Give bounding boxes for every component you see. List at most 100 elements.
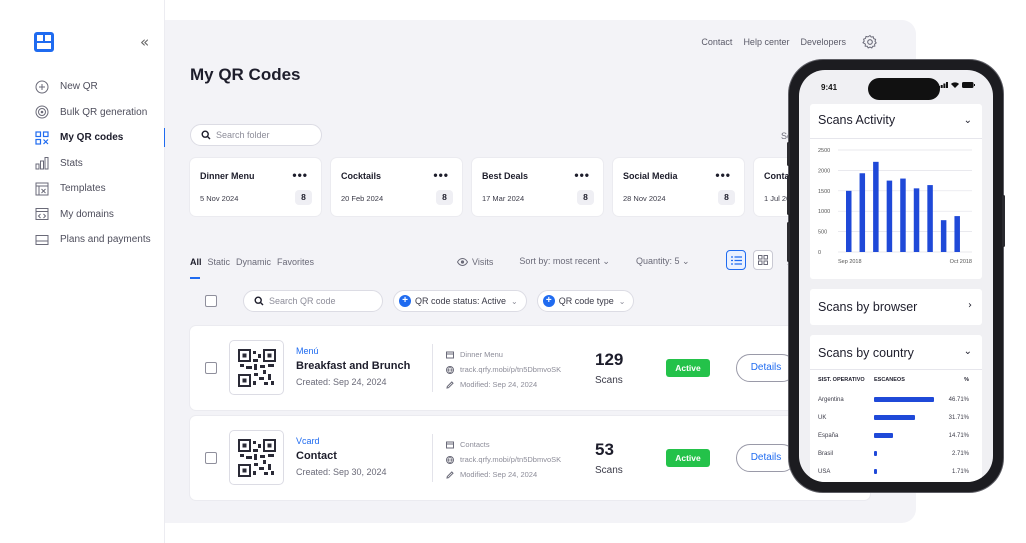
country-name: Argentina [818, 397, 844, 403]
scan-count-label: Scans [595, 465, 623, 476]
sidebar-item-my-qr-codes[interactable]: My QR codes [0, 125, 166, 151]
chart-bar[interactable] [913, 188, 920, 252]
more-options-icon[interactable]: ••• [292, 168, 308, 182]
y-tick-label: 500 [818, 230, 827, 236]
tab-all[interactable]: All [190, 257, 202, 279]
search-icon [201, 130, 211, 140]
chart-bar[interactable] [900, 178, 906, 252]
country-percent: 31.71% [948, 415, 969, 421]
sort-dropdown[interactable]: Sort by: most recent ⌄ [519, 256, 610, 267]
folder-card[interactable]: Best Deals ••• 17 Mar 2024 8 [472, 158, 603, 216]
qr-code-thumbnail[interactable] [229, 340, 284, 395]
x-tick-label: Sep 2018 [838, 259, 862, 265]
status-filter-chip[interactable]: + QR code status: Active ⌄ [393, 290, 527, 312]
scans-by-browser-card[interactable]: Scans by browser › [810, 289, 982, 325]
contact-link[interactable]: Contact [701, 37, 732, 47]
gear-icon[interactable] [862, 34, 878, 50]
sidebar-item-bulk-qr[interactable]: Bulk QR generation [0, 100, 165, 126]
table-row: USA 1.71% [810, 465, 982, 482]
chart-bar[interactable] [859, 173, 866, 252]
list-toolbar: Visits Sort by: most recent ⌄ Quantity: … [457, 256, 690, 267]
chart-bar[interactable] [873, 161, 879, 252]
folder-card[interactable]: Dinner Menu ••• 5 Nov 2024 8 [190, 158, 321, 216]
tab-favorites[interactable]: Favorites [277, 257, 314, 267]
country-percent: 2.71% [951, 451, 969, 457]
scans-activity-card: Scans Activity ⌄ 0 500 1000 1500 2000 2500 Sep… [810, 104, 982, 279]
phone-side-button [787, 222, 790, 262]
chevron-down-icon[interactable]: ⌄ [964, 115, 972, 126]
chart-bar[interactable] [954, 216, 960, 252]
type-filter-chip[interactable]: + QR code type ⌄ [536, 290, 635, 312]
chart-bar[interactable] [846, 190, 852, 252]
country-share-bar [874, 433, 893, 438]
country-share-bar [874, 451, 878, 456]
folder-card[interactable]: Cocktails ••• 20 Feb 2024 8 [331, 158, 462, 216]
more-options-icon[interactable]: ••• [574, 168, 590, 182]
chevron-down-icon: ⌄ [618, 296, 626, 306]
qr-code-icon [237, 348, 276, 387]
row-checkbox[interactable] [205, 362, 217, 374]
details-button[interactable]: Details [736, 444, 796, 472]
phone-side-button [1002, 195, 1005, 247]
folder-search-placeholder: Search folder [216, 130, 270, 140]
select-all-checkbox[interactable] [205, 295, 217, 307]
chart-bar[interactable] [940, 220, 947, 252]
tab-static[interactable]: Static [208, 257, 231, 267]
chevron-right-icon[interactable]: › [968, 300, 972, 311]
scan-count: 129 [595, 350, 624, 369]
sidebar-item-stats[interactable]: Stats [0, 151, 165, 177]
qr-type-label: Vcard [296, 436, 320, 446]
folder-search-input[interactable]: Search folder [190, 124, 322, 146]
type-filter-label: QR code type [558, 296, 614, 306]
visits-label: Visits [472, 256, 494, 267]
sidebar-item-label: My QR codes [60, 132, 124, 144]
qr-code-card[interactable]: Vcard Contact Created: Sep 30, 2024 Cont… [190, 416, 870, 500]
qr-name[interactable]: Breakfast and Brunch [296, 360, 410, 372]
details-button[interactable]: Details [736, 354, 796, 382]
divider [432, 344, 433, 392]
eye-icon [457, 257, 468, 266]
pencil-icon [446, 470, 454, 479]
list-view-button[interactable] [726, 250, 746, 270]
target-icon [35, 105, 49, 119]
country-share-bar [874, 415, 915, 420]
quantity-dropdown[interactable]: Quantity: 5 ⌄ [636, 256, 690, 267]
sidebar-item-my-domains[interactable]: My domains [0, 202, 165, 228]
help-center-link[interactable]: Help center [743, 37, 789, 47]
more-options-icon[interactable]: ••• [433, 168, 449, 182]
chart-bar[interactable] [886, 180, 893, 252]
qr-grid-icon [35, 131, 49, 145]
qr-code-thumbnail[interactable] [229, 430, 284, 485]
app-logo[interactable] [34, 32, 54, 52]
sidebar-item-templates[interactable]: Templates [0, 176, 165, 202]
qr-created-date: Created: Sep 30, 2024 [296, 467, 387, 477]
scan-count: 53 [595, 440, 614, 459]
tab-dynamic[interactable]: Dynamic [236, 257, 271, 267]
divider [810, 138, 982, 139]
chevron-down-icon[interactable]: ⌄ [964, 346, 972, 357]
qr-search-input[interactable]: Search QR code [243, 290, 383, 312]
qr-code-card[interactable]: Menú Breakfast and Brunch Created: Sep 2… [190, 326, 870, 410]
status-filter-label: QR code status: Active [415, 296, 507, 306]
grid-view-button[interactable] [753, 250, 773, 270]
folder-count-badge: 8 [718, 190, 735, 205]
chart-bar[interactable] [927, 185, 933, 252]
developers-link[interactable]: Developers [800, 37, 846, 47]
sidebar-item-label: Bulk QR generation [60, 106, 148, 118]
grid-view-icon [758, 255, 768, 265]
folder-date: 5 Nov 2024 [200, 194, 239, 203]
row-checkbox[interactable] [205, 452, 217, 464]
sidebar-item-new-qr[interactable]: New QR [0, 74, 165, 100]
folder-card[interactable]: Social Media ••• 28 Nov 2024 8 [613, 158, 744, 216]
filter-bar: Search QR code + QR code status: Active … [205, 290, 635, 312]
qr-type-label: Menú [296, 346, 319, 356]
more-options-icon[interactable]: ••• [715, 168, 731, 182]
visits-toggle[interactable]: Visits [457, 257, 493, 267]
sidebar-item-plans-payments[interactable]: Plans and payments [0, 227, 165, 253]
country-percent: 14.71% [948, 433, 969, 439]
folder-count-badge: 8 [295, 190, 312, 205]
y-tick-label: 1000 [818, 209, 830, 215]
qr-name[interactable]: Contact [296, 450, 337, 462]
wifi-icon [951, 82, 959, 88]
collapse-sidebar-icon[interactable]: « [140, 33, 149, 51]
